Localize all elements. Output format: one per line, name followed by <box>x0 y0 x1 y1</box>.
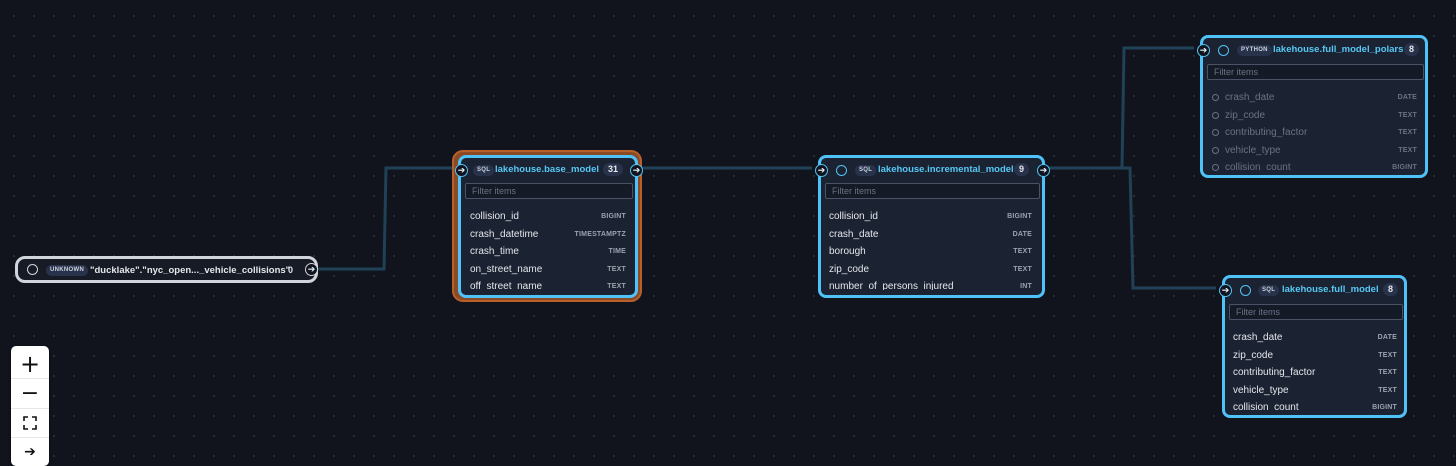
base-type-badge: SQL <box>473 165 495 176</box>
full-select-icon[interactable] <box>1240 285 1251 296</box>
incremental-count: 9 <box>1014 163 1030 176</box>
model-node-full[interactable]: ➔ SQL lakehouse.full_model 8 Filter item… <box>1219 275 1407 418</box>
column-row: crash_time TIME <box>470 246 626 258</box>
base-filter-input[interactable]: Filter items <box>465 183 633 199</box>
base-title: lakehouse.base_model <box>495 164 600 175</box>
edge-incremental-to-polars <box>1048 46 1194 170</box>
column-row: zip_code TEXT <box>829 263 1032 275</box>
full-title: lakehouse.full_model <box>1282 284 1379 295</box>
source-count: 0 <box>288 265 294 275</box>
column-row: zip_code TEXT <box>1212 107 1417 125</box>
base-count: 31 <box>603 163 624 176</box>
full-input-port-icon[interactable]: ➔ <box>1219 284 1232 297</box>
column-row: crash_date DATE <box>1212 89 1417 107</box>
incremental-input-port-icon[interactable]: ➔ <box>815 164 828 177</box>
incremental-title: lakehouse.incremental_model <box>878 164 1014 175</box>
edge-incremental-to-full <box>1048 166 1216 290</box>
arrow-right-icon: ➔ <box>24 444 36 460</box>
full-columns-list[interactable]: crash_date DATE zip_code TEXT contributing… <box>1233 329 1397 411</box>
polars-columns-list[interactable]: crash_date DATE zip_code TEXT contributing… <box>1212 89 1417 171</box>
base-columns-list[interactable]: collision_id BIGINT crash_datetime TIMESTA… <box>470 208 626 290</box>
column-row: on_street_name TEXT <box>470 263 626 275</box>
source-title: "ducklake"."nyc_open..._vehicle_collisio… <box>90 265 291 276</box>
full-filter-input[interactable]: Filter items <box>1229 304 1403 320</box>
column-row: collision_id BIGINT <box>829 211 1032 223</box>
canvas-controls: + − ➔ <box>11 346 49 466</box>
polars-filter-input[interactable]: Filter items <box>1207 64 1424 80</box>
base-output-port-icon[interactable]: ➔ <box>630 164 643 177</box>
hidden-column-icon <box>1212 164 1219 171</box>
polars-input-port-icon[interactable]: ➔ <box>1197 44 1210 57</box>
zoom-out-icon: − <box>20 381 40 406</box>
hidden-column-icon <box>1212 94 1219 102</box>
base-input-port-icon[interactable]: ➔ <box>455 164 468 177</box>
column-row: collision_count BIGINT <box>1212 159 1417 171</box>
incremental-select-icon[interactable] <box>836 165 847 176</box>
full-count: 8 <box>1383 283 1399 296</box>
incremental-type-badge: SQL <box>855 165 877 176</box>
edge-source-to-base <box>318 166 452 271</box>
polars-title: lakehouse.full_model_polars <box>1273 44 1404 55</box>
column-row: collision_count BIGINT <box>1233 402 1397 411</box>
polars-count: 8 <box>1404 43 1420 56</box>
interactive-toggle-button[interactable]: ➔ <box>11 438 49 466</box>
source-type-badge: UNKNOWN <box>46 265 89 276</box>
model-node-base[interactable]: ➔ SQL lakehouse.base_model 31 ➔ Filter i… <box>455 155 643 298</box>
zoom-out-button[interactable]: − <box>11 380 49 409</box>
column-row: borough TEXT <box>829 246 1032 258</box>
hidden-column-icon <box>1212 129 1219 137</box>
source-select-icon[interactable] <box>27 264 38 275</box>
polars-select-icon[interactable] <box>1218 45 1229 56</box>
zoom-in-icon: + <box>19 350 41 378</box>
column-row: number_of_persons_injured INT <box>829 281 1032 290</box>
column-row: crash_date DATE <box>1233 332 1397 344</box>
source-node[interactable]: UNKNOWN "ducklake"."nyc_open..._vehicle_… <box>15 256 318 283</box>
column-row: contributing_factor TEXT <box>1212 124 1417 142</box>
incremental-filter-input[interactable]: Filter items <box>825 183 1040 199</box>
model-node-full-polars[interactable]: ➔ PYTHON lakehouse.full_model_polars 8 F… <box>1197 35 1428 178</box>
incremental-columns-list[interactable]: collision_id BIGINT crash_date DATE boroug… <box>829 208 1032 290</box>
hidden-column-icon <box>1212 146 1219 154</box>
source-output-port-icon[interactable]: ➔ <box>305 263 318 276</box>
full-type-badge: SQL <box>1258 285 1280 296</box>
hidden-column-icon <box>1212 111 1219 119</box>
column-row: vehicle_type TEXT <box>1212 142 1417 160</box>
column-row: zip_code TEXT <box>1233 349 1397 361</box>
polars-type-badge: PYTHON <box>1237 45 1272 56</box>
fit-view-button[interactable] <box>11 409 49 438</box>
column-row: vehicle_type TEXT <box>1233 384 1397 396</box>
column-row: collision_id BIGINT <box>470 211 626 223</box>
zoom-in-button[interactable]: + <box>11 350 49 379</box>
column-row: crash_date DATE <box>829 228 1032 240</box>
column-row: contributing_factor TEXT <box>1233 367 1397 379</box>
incremental-output-port-icon[interactable]: ➔ <box>1037 164 1050 177</box>
column-row: crash_datetime TIMESTAMPTZ <box>470 228 626 240</box>
model-node-incremental[interactable]: ➔ SQL lakehouse.incremental_model 9 ➔ Fi… <box>815 155 1050 298</box>
column-row: off_street_name TEXT <box>470 281 626 290</box>
fit-view-icon <box>23 416 37 430</box>
